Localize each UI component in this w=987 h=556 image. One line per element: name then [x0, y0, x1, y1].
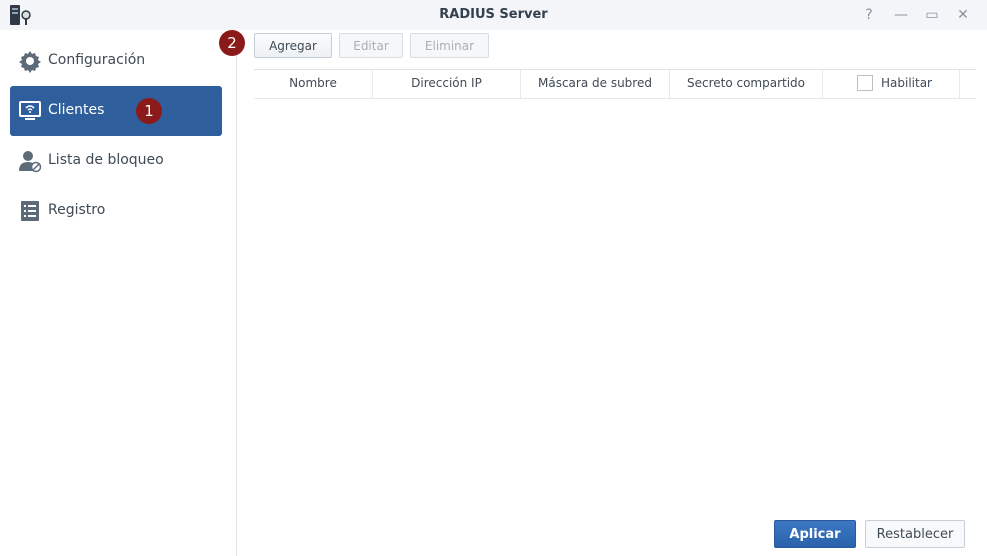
apply-button[interactable]: Aplicar [774, 520, 856, 548]
clients-table-body [254, 98, 976, 508]
clients-table-header: Nombre Dirección IP Máscara de subred Se… [254, 69, 976, 99]
user-block-icon [19, 151, 42, 173]
gear-icon [19, 51, 41, 73]
column-header-nombre[interactable]: Nombre [254, 70, 373, 98]
sidebar-item-label: Lista de bloqueo [48, 152, 164, 168]
column-header-habilitar: Habilitar [823, 70, 960, 98]
column-header-direccion-ip[interactable]: Dirección IP [373, 70, 521, 98]
add-button[interactable]: Agregar [254, 33, 332, 58]
maximize-icon[interactable]: ▭ [923, 6, 941, 24]
log-list-icon [21, 201, 39, 221]
monitor-wifi-icon [19, 101, 41, 120]
column-header-mascara-de-subred[interactable]: Máscara de subred [521, 70, 670, 98]
minimize-icon[interactable]: — [892, 6, 910, 24]
sidebar-item-label: Registro [48, 202, 106, 218]
help-icon[interactable]: ? [860, 6, 878, 24]
close-icon[interactable]: ✕ [954, 6, 972, 24]
delete-button[interactable]: Eliminar [410, 33, 489, 58]
sidebar-item-clientes[interactable]: Clientes 1 [10, 86, 222, 136]
sidebar-item-lista-de-bloqueo[interactable]: Lista de bloqueo [10, 136, 222, 186]
sidebar-item-label: Configuración [48, 52, 146, 68]
annotation-badge-1: 1 [136, 98, 162, 124]
column-header-habilitar-label: Habilitar [881, 76, 932, 90]
reset-button[interactable]: Restablecer [865, 520, 965, 548]
title-bar: RADIUS Server ? — ▭ ✕ [0, 0, 987, 30]
window-title: RADIUS Server [439, 7, 548, 22]
column-header-secreto-compartido[interactable]: Secreto compartido [670, 70, 823, 98]
sidebar: Configuración Clientes 1 Lista de bloque… [0, 30, 237, 556]
sidebar-item-label: Clientes [48, 102, 105, 118]
sidebar-item-configuracion[interactable]: Configuración [10, 36, 222, 86]
annotation-badge-2: 2 [219, 30, 245, 56]
edit-button[interactable]: Editar [339, 33, 403, 58]
enable-all-checkbox[interactable] [857, 75, 873, 91]
sidebar-item-registro[interactable]: Registro [10, 186, 222, 236]
